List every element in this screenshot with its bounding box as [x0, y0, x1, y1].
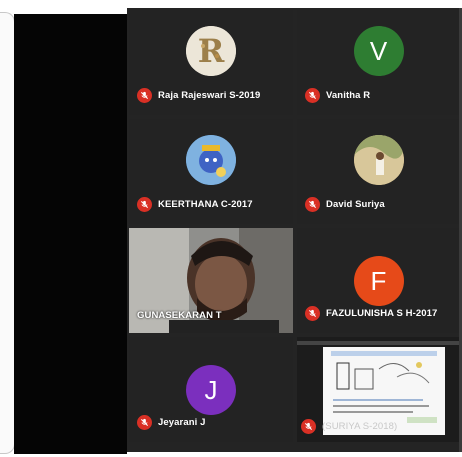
participant-name: KEERTHANA C-2017 [158, 199, 253, 210]
muted-mic-icon [305, 306, 320, 321]
participant-tile[interactable]: David Suriya [297, 119, 460, 224]
avatar-letter: F [370, 265, 387, 296]
muted-mic-icon [305, 88, 320, 103]
participant-grid: R Raja Rajeswari S-2019 V Vanitha R KEER… [127, 8, 462, 452]
screen-share-tile[interactable]: (SURIYA S-2018) [297, 337, 460, 442]
blank-presentation-area [14, 14, 127, 454]
muted-mic-icon [137, 415, 152, 430]
avatar: V [353, 26, 404, 76]
participant-tile[interactable]: F FAZULUNISHA S H-2017 [297, 228, 460, 333]
letter-r-photo-icon: R [186, 26, 236, 76]
document-edge [0, 12, 15, 454]
muted-mic-icon [137, 197, 152, 212]
participant-name: Raja Rajeswari S-2019 [158, 90, 261, 101]
muted-mic-icon [137, 88, 152, 103]
participant-name-row: Vanitha R [305, 88, 370, 103]
participant-name: FAZULUNISHA S H-2017 [326, 308, 438, 319]
avatar: J [186, 365, 236, 415]
muted-mic-icon [301, 419, 316, 434]
participant-name-row: David Suriya [305, 197, 385, 212]
participant-name: David Suriya [326, 199, 385, 210]
participant-tile[interactable]: J Jeyarani J [129, 337, 293, 442]
participant-tile[interactable]: V Vanitha R [297, 10, 460, 115]
avatar-letter: J [204, 374, 218, 405]
muted-mic-icon [305, 197, 320, 212]
participant-name-row: (SURIYA S-2018) [301, 419, 397, 434]
participant-name-row: KEERTHANA C-2017 [137, 197, 253, 212]
avatar: F [353, 256, 404, 306]
participant-tile[interactable]: R Raja Rajeswari S-2019 [129, 10, 293, 115]
participant-name-row: FAZULUNISHA S H-2017 [305, 306, 437, 321]
participant-tile[interactable]: KEERTHANA C-2017 [129, 119, 293, 224]
participant-name-row: Jeyarani J [137, 415, 205, 430]
krishna-cartoon-icon [186, 135, 236, 185]
participant-name-row: GUNASEKARAN T [137, 310, 222, 321]
participant-name: Jeyarani J [158, 417, 206, 428]
svg-text:R: R [198, 32, 225, 70]
avatar-letter: V [369, 35, 388, 66]
participant-name: GUNASEKARAN T [137, 310, 222, 321]
participant-name: (SURIYA S-2018) [322, 421, 398, 432]
outdoor-photo-icon [353, 135, 404, 185]
participant-video-tile[interactable]: GUNASEKARAN T [129, 228, 293, 333]
participant-name-row: Raja Rajeswari S-2019 [137, 88, 260, 103]
participant-name: Vanitha R [326, 90, 371, 101]
